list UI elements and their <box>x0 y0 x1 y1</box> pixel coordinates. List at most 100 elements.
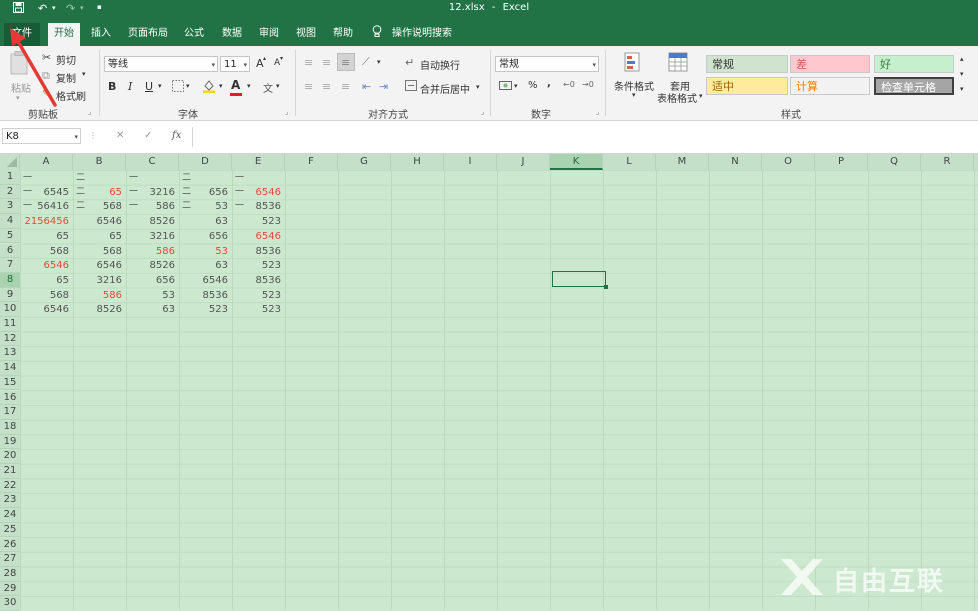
cell-d3[interactable]: 53 <box>179 200 228 214</box>
fill-color-dropdown-icon[interactable]: ▾ <box>219 82 223 90</box>
row-header-9[interactable]: 9 <box>0 287 20 303</box>
styles-scroll-down-icon[interactable]: ▾ <box>960 70 964 78</box>
style-bad[interactable]: 差 <box>790 55 870 73</box>
phonetic-dropdown-icon[interactable]: ▾ <box>276 82 280 90</box>
style-calculation[interactable]: 计算 <box>790 77 870 95</box>
row-header-8[interactable]: 8 <box>0 272 20 288</box>
cell-d2[interactable]: 656 <box>179 186 228 200</box>
column-header-k[interactable]: K <box>550 154 603 170</box>
tab-formulas[interactable]: 公式 <box>180 25 208 46</box>
row-header-16[interactable]: 16 <box>0 390 20 406</box>
style-normal[interactable]: 常规 <box>706 55 788 73</box>
column-header-n[interactable]: N <box>709 154 762 170</box>
font-name-select[interactable]: 等线 ▾ <box>104 56 218 72</box>
insert-function-button[interactable]: fx <box>172 130 181 141</box>
cell-d9[interactable]: 8536 <box>179 289 228 303</box>
cell-b2[interactable]: 65 <box>73 186 122 200</box>
row-header-20[interactable]: 20 <box>0 449 20 464</box>
row-header-4[interactable]: 4 <box>0 214 20 229</box>
fill-color-icon[interactable] <box>202 79 216 96</box>
row-header-10[interactable]: 10 <box>0 302 20 317</box>
font-launcher-icon[interactable]: ⌟ <box>285 108 288 116</box>
conditional-dropdown-icon[interactable]: ▾ <box>632 91 636 99</box>
row-header-29[interactable]: 29 <box>0 581 20 597</box>
row-header-2[interactable]: 2 <box>0 184 20 200</box>
tab-insert[interactable]: 插入 <box>87 25 115 46</box>
row-header-17[interactable]: 17 <box>0 405 20 420</box>
orientation-icon[interactable]: ⟋ <box>362 55 370 69</box>
cell-e6[interactable]: 8536 <box>232 245 281 259</box>
tab-page-layout[interactable]: 页面布局 <box>124 25 172 46</box>
row-header-13[interactable]: 13 <box>0 346 20 362</box>
row-header-6[interactable]: 6 <box>0 243 20 259</box>
format-painter-button[interactable]: 格式刷 <box>56 88 86 103</box>
cell-c10[interactable]: 63 <box>126 303 175 317</box>
format-painter-icon[interactable]: ✎ <box>42 87 51 100</box>
column-header-p[interactable]: P <box>815 154 868 170</box>
cell-c7[interactable]: 8526 <box>126 259 175 273</box>
increase-decimal-icon[interactable]: ←0 <box>563 80 575 89</box>
font-color-dropdown-icon[interactable]: ▾ <box>247 82 251 90</box>
percent-button[interactable]: % <box>528 80 538 91</box>
font-size-select[interactable]: 11 ▾ <box>220 56 250 72</box>
column-header-c[interactable]: C <box>126 154 179 170</box>
cell-b10[interactable]: 8526 <box>73 303 122 317</box>
cell-c2[interactable]: 3216 <box>126 186 175 200</box>
header-cell-e1[interactable]: 一一一 <box>235 171 245 211</box>
style-check-cell[interactable]: 检查单元格 <box>874 77 954 95</box>
row-header-27[interactable]: 27 <box>0 552 20 567</box>
cell-a10[interactable]: 6546 <box>20 303 69 317</box>
cell-c6[interactable]: 586 <box>126 245 175 259</box>
cell-a7[interactable]: 6546 <box>20 259 69 273</box>
column-header-a[interactable]: A <box>20 154 73 170</box>
cell-a4[interactable]: 2156456 <box>20 215 69 229</box>
cell-c5[interactable]: 3216 <box>126 230 175 244</box>
cell-d4[interactable]: 63 <box>179 215 228 229</box>
scissors-icon[interactable]: ✂ <box>42 51 51 64</box>
fill-handle[interactable] <box>604 285 608 289</box>
column-header-f[interactable]: F <box>285 154 338 170</box>
comma-button[interactable]: , <box>547 78 551 89</box>
merge-center-button[interactable]: 合并后居中 <box>420 81 470 96</box>
enter-icon[interactable]: ✓ <box>144 130 152 141</box>
cell-e3[interactable]: 8536 <box>232 200 281 214</box>
wrap-text-icon[interactable]: ↵ <box>405 56 414 69</box>
cell-c4[interactable]: 8526 <box>126 215 175 229</box>
clipboard-launcher-icon[interactable]: ⌟ <box>88 108 91 116</box>
row-header-24[interactable]: 24 <box>0 508 20 523</box>
align-left-icon[interactable]: ≡ <box>304 80 313 93</box>
number-format-select[interactable]: 常规 ▾ <box>495 56 599 72</box>
row-header-25[interactable]: 25 <box>0 522 20 538</box>
row-header-12[interactable]: 12 <box>0 331 20 347</box>
row-header-19[interactable]: 19 <box>0 434 20 450</box>
tab-data[interactable]: 数据 <box>218 25 246 46</box>
row-header-28[interactable]: 28 <box>0 566 20 582</box>
copy-icon[interactable]: ⧉ <box>42 69 50 83</box>
underline-button[interactable]: U <box>145 80 153 93</box>
cell-b7[interactable]: 6546 <box>73 259 122 273</box>
styles-scroll-up-icon[interactable]: ▴ <box>960 55 964 63</box>
cell-c3[interactable]: 586 <box>126 200 175 214</box>
column-header-e[interactable]: E <box>232 154 285 170</box>
column-header-g[interactable]: G <box>338 154 391 170</box>
style-good[interactable]: 好 <box>874 55 954 73</box>
merge-center-icon[interactable] <box>405 80 417 94</box>
cell-b5[interactable]: 65 <box>73 230 122 244</box>
tab-file[interactable]: 文件 <box>4 23 40 46</box>
row-header-30[interactable]: 30 <box>0 596 20 611</box>
cell-e4[interactable]: 523 <box>232 215 281 229</box>
active-cell-k8[interactable] <box>552 271 606 287</box>
header-cell-b1[interactable]: 二二二 <box>76 171 86 211</box>
decrease-indent-icon[interactable]: ⇤ <box>362 80 371 93</box>
format-as-table-dropdown-icon[interactable]: ▾ <box>699 92 703 100</box>
select-all-button[interactable] <box>0 154 20 170</box>
row-header-21[interactable]: 21 <box>0 464 20 479</box>
column-header-m[interactable]: M <box>656 154 709 170</box>
header-cell-c1[interactable]: 一一一 <box>129 171 139 211</box>
row-header-7[interactable]: 7 <box>0 258 20 273</box>
cell-a9[interactable]: 568 <box>20 289 69 303</box>
formula-input[interactable] <box>192 127 978 147</box>
cell-b3[interactable]: 568 <box>73 200 122 214</box>
column-header-r[interactable]: R <box>921 154 974 170</box>
wrap-text-button[interactable]: 自动换行 <box>420 57 460 72</box>
